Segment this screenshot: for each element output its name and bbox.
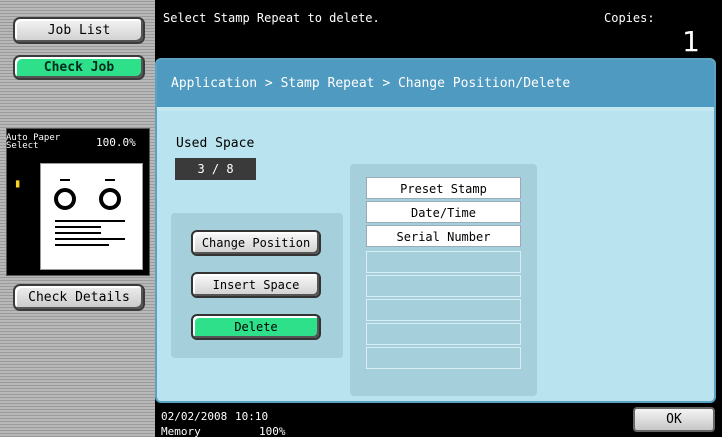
list-item-empty[interactable] xyxy=(366,347,521,369)
action-button-group: Change Position Insert Space Delete xyxy=(171,213,343,358)
left-panel: Job List Check Job Auto Paper Select 100… xyxy=(0,0,155,437)
date-display: 02/02/2008 xyxy=(161,410,228,423)
check-details-button[interactable]: Check Details xyxy=(13,284,145,311)
list-item[interactable]: Serial Number xyxy=(366,225,521,247)
memory-label: Memory xyxy=(161,425,201,437)
job-list-button[interactable]: Job List xyxy=(13,17,145,44)
insert-space-button[interactable]: Insert Space xyxy=(191,272,321,298)
memory-value: 100% xyxy=(259,425,286,437)
copies-value: 1 xyxy=(682,25,700,58)
main-panel: Application > Stamp Repeat > Change Posi… xyxy=(155,58,716,403)
zoom-value: 100.0% xyxy=(96,136,136,149)
original-document-icon: ▮ xyxy=(14,176,22,190)
list-item-empty[interactable] xyxy=(366,323,521,345)
breadcrumb: Application > Stamp Repeat > Change Posi… xyxy=(157,60,714,107)
auto-paper-select-label: Auto Paper Select xyxy=(6,133,61,151)
list-item-empty[interactable] xyxy=(366,299,521,321)
delete-button[interactable]: Delete xyxy=(191,314,321,340)
message-bar: Select Stamp Repeat to delete. Copies: 1 xyxy=(155,0,722,58)
list-item[interactable]: Preset Stamp xyxy=(366,177,521,199)
ok-button[interactable]: OK xyxy=(633,407,715,432)
breadcrumb-divider xyxy=(157,107,714,111)
check-job-button[interactable]: Check Job xyxy=(13,55,145,80)
used-space-label: Used Space xyxy=(176,136,255,151)
change-position-button[interactable]: Change Position xyxy=(191,230,321,256)
time-display: 10:10 xyxy=(235,410,269,423)
instruction-message: Select Stamp Repeat to delete. xyxy=(163,11,380,25)
list-item-empty[interactable] xyxy=(366,275,521,297)
status-bar: 02/02/2008 10:10 Memory 100% OK xyxy=(155,403,722,437)
stamp-list: Preset Stamp Date/Time Serial Number xyxy=(350,164,537,396)
page-preview-icon xyxy=(40,163,143,270)
used-space-value: 3 / 8 xyxy=(175,158,256,180)
list-item-empty[interactable] xyxy=(366,251,521,273)
copies-label: Copies: xyxy=(604,11,655,25)
list-item[interactable]: Date/Time xyxy=(366,201,521,223)
